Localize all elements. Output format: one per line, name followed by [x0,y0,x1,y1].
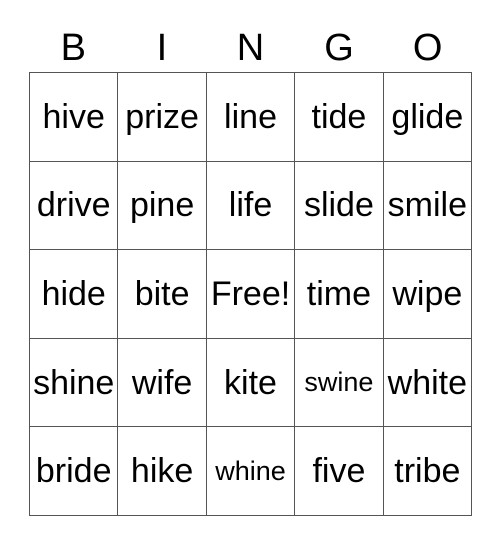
bingo-cell[interactable]: line [206,73,296,162]
bingo-header-letter-g: G [295,24,384,72]
bingo-cell[interactable]: tide [295,73,384,162]
bingo-cell[interactable]: swine [295,338,384,428]
bingo-cell[interactable]: wipe [383,250,473,339]
bingo-cell-label: prize [125,97,199,136]
bingo-cell[interactable]: drive [30,161,119,251]
bingo-header-row: B I N G O [29,24,472,72]
bingo-cell-label: Free! [210,274,291,313]
bingo-cell-label: hive [42,97,105,136]
bingo-header-letter-n: N [206,24,295,72]
bingo-header-letter-b: B [29,24,118,72]
bingo-cell[interactable]: glide [383,73,473,162]
bingo-cell-label: hike [130,452,194,491]
bingo-cell[interactable]: bite [118,250,207,339]
bingo-cell-label: drive [36,186,111,225]
bingo-header-letter-i: I [118,24,207,72]
bingo-cell-label: time [306,274,372,313]
bingo-cell-label: pine [129,186,195,225]
bingo-cell[interactable]: time [295,250,384,339]
bingo-cell-label: smile [387,186,467,225]
bingo-cell-label: kite [224,363,277,402]
bingo-cell-label: bride [35,452,112,491]
bingo-card: B I N G O hive prize line tide glide dri… [29,24,473,516]
header-letter-text: I [156,27,168,69]
bingo-cell[interactable]: wife [118,338,207,428]
bingo-cell[interactable]: bride [30,427,119,516]
bingo-cell[interactable]: tribe [383,427,473,516]
bingo-cell[interactable]: life [206,161,296,251]
bingo-cell-free-space[interactable]: Free! [206,250,296,339]
header-letter-text: B [60,27,86,69]
bingo-row: drive pine life slide smile [30,161,473,251]
bingo-row: hive prize line tide glide [30,73,473,162]
bingo-cell-label: bite [134,274,190,313]
bingo-row: shine wife kite swine white [30,338,473,428]
bingo-cell[interactable]: pine [118,161,207,251]
bingo-cell-label: swine [304,367,374,398]
bingo-cell[interactable]: hive [30,73,119,162]
header-letter-text: N [236,27,265,69]
bingo-cell-label: line [224,97,277,136]
bingo-cell-label: shine [33,363,115,402]
bingo-cell-label: white [387,363,468,402]
bingo-cell-label: slide [303,186,374,225]
bingo-cell[interactable]: prize [118,73,207,162]
bingo-header-letter-o: O [383,24,472,72]
bingo-cell-label: whine [215,455,286,486]
bingo-cell[interactable]: kite [206,338,296,428]
bingo-cell[interactable]: slide [295,161,384,251]
bingo-cell-label: glide [391,97,464,136]
bingo-cell-label: hide [41,274,106,313]
bingo-cell[interactable]: smile [383,161,473,251]
bingo-cell[interactable]: hike [118,427,207,516]
bingo-cell-label: tide [311,97,367,136]
bingo-row: hide bite Free! time wipe [30,250,473,339]
bingo-cell[interactable]: five [295,427,384,516]
bingo-cell-label: tribe [394,452,461,491]
bingo-cell-label: wife [131,363,193,402]
bingo-cell[interactable]: white [383,338,473,428]
header-letter-text: G [324,27,354,69]
bingo-cell[interactable]: whine [206,427,296,516]
bingo-cell[interactable]: shine [30,338,119,428]
bingo-cell[interactable]: hide [30,250,119,339]
header-letter-text: O [412,27,443,69]
bingo-row: bride hike whine five tribe [30,427,473,516]
bingo-cell-label: life [228,186,273,225]
bingo-grid: hive prize line tide glide drive pine li… [29,72,473,516]
bingo-cell-label: five [312,452,366,491]
bingo-cell-label: wipe [392,274,463,313]
